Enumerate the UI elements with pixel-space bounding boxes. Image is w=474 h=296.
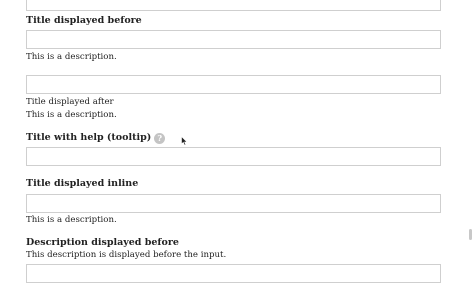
scrollbar-thumb[interactable] (469, 229, 472, 240)
title-inline-label: Title displayed inline (26, 178, 139, 189)
mouse-cursor-icon (181, 136, 188, 146)
title-inline-input[interactable] (26, 194, 441, 213)
title-help-label: Title with help (tooltip) (26, 132, 152, 143)
form-page: Title displayed before This is a descrip… (0, 0, 474, 296)
title-help-label-row: Title with help (tooltip)? (26, 132, 166, 144)
title-help-input[interactable] (26, 147, 441, 166)
title-after-label: Title displayed after (26, 97, 114, 107)
text-input-above[interactable] (26, 0, 441, 11)
desc-before-label: Description displayed before (26, 237, 179, 248)
title-before-label: Title displayed before (26, 15, 142, 26)
title-before-input[interactable] (26, 30, 441, 49)
title-inline-description: This is a description. (26, 215, 117, 225)
desc-before-description: This description is displayed before the… (26, 250, 227, 260)
title-after-description: This is a description. (26, 110, 117, 120)
question-mark-icon[interactable]: ? (154, 133, 166, 144)
title-before-description: This is a description. (26, 52, 117, 62)
desc-before-input[interactable] (26, 264, 441, 283)
title-after-input[interactable] (26, 75, 441, 94)
